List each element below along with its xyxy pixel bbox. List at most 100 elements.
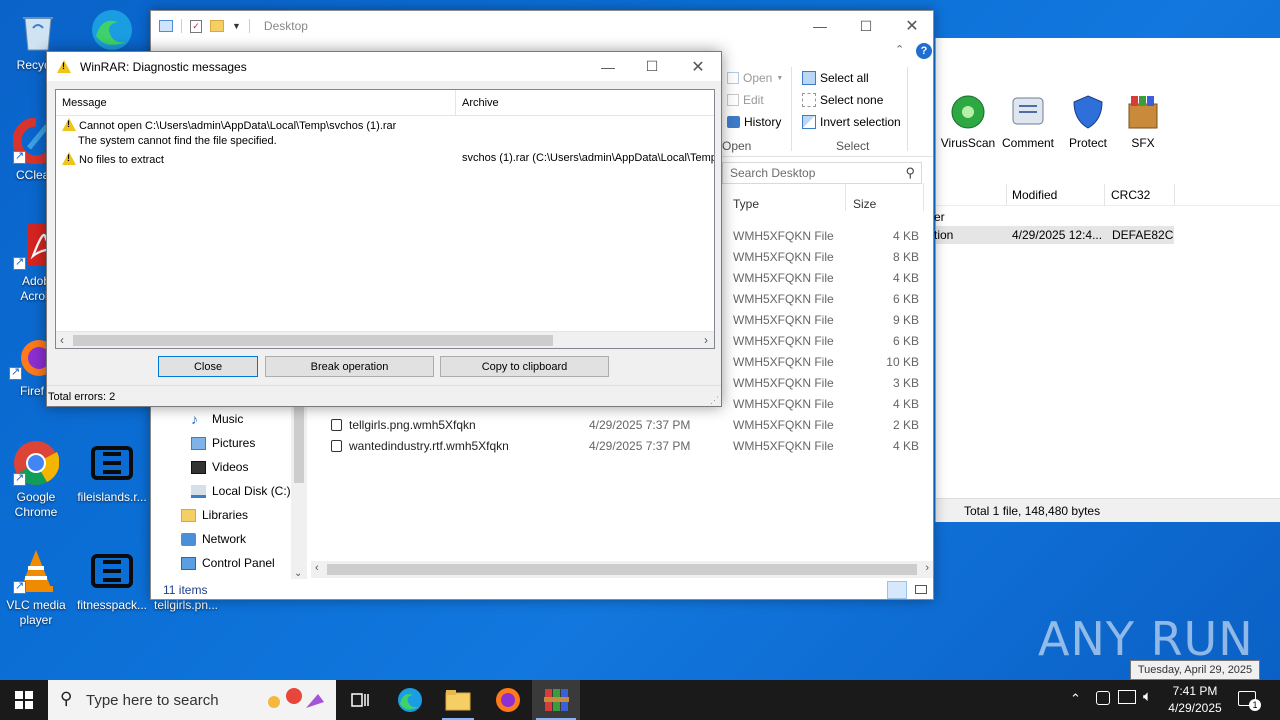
edit-button[interactable]: Edit: [727, 93, 764, 107]
content-hscrollbar[interactable]: ‹ ›: [311, 561, 933, 578]
column-type[interactable]: Type: [733, 197, 759, 211]
sfx-box-icon: [1125, 94, 1161, 130]
scroll-left-icon: ‹: [60, 333, 64, 347]
message-row[interactable]: Cannot open C:\Users\admin\AppData\Local…: [62, 118, 396, 132]
dialog-title: WinRAR: Diagnostic messages: [80, 59, 247, 74]
column-size[interactable]: Size: [853, 197, 876, 211]
break-operation-button[interactable]: Break operation: [265, 356, 434, 377]
volume-icon[interactable]: 🔈︎: [1143, 688, 1152, 705]
messages-list[interactable]: Message Archive Cannot open C:\Users\adm…: [55, 89, 715, 349]
close-dialog-button[interactable]: Close: [158, 356, 258, 377]
date-tooltip: Tuesday, April 29, 2025: [1130, 660, 1260, 680]
column-archive[interactable]: Archive: [456, 90, 714, 115]
file-size: 6 KB: [892, 334, 919, 348]
notification-center-button[interactable]: 1: [1238, 691, 1261, 711]
winrar-file-header: Modified CRC32: [936, 184, 1280, 206]
file-date: 4/29/2025 7:37 PM: [589, 439, 691, 453]
desktop-icon-google-chrome[interactable]: Google Chrome: [0, 440, 74, 520]
taskbar-edge-button[interactable]: [386, 680, 434, 720]
details-view-button[interactable]: [887, 581, 907, 599]
search-highlight-icon: [262, 684, 328, 716]
file-row[interactable]: tellgirls.png.wmh5Xfqkn 4/29/2025 7:37 PM…: [321, 416, 929, 434]
start-button[interactable]: [0, 680, 48, 720]
copy-to-clipboard-button[interactable]: Copy to clipboard: [440, 356, 609, 377]
network-tray-icon[interactable]: [1096, 691, 1110, 705]
qat-dropdown-icon[interactable]: ▼: [232, 21, 241, 31]
nav-item-pictures[interactable]: Pictures: [191, 436, 255, 450]
file-size: 4 KB: [892, 439, 919, 453]
nav-item-network[interactable]: Network: [181, 532, 246, 546]
file-type: WMH5XFQKN File: [733, 229, 834, 243]
show-hidden-icons-button[interactable]: ⌃: [1070, 691, 1081, 707]
winrar-main-window: VirusScan Comment Protect SFX Modified C…: [934, 38, 1280, 522]
file-name: tellgirls.png.wmh5Xfqkn: [349, 418, 476, 432]
clock[interactable]: 7:41 PM 4/29/2025: [1160, 683, 1230, 717]
libraries-icon: [181, 508, 196, 522]
desktop-icon-fileislands[interactable]: fileislands.r...: [74, 440, 150, 505]
maximize-button[interactable]: ☐: [843, 11, 889, 41]
file-size: 6 KB: [892, 292, 919, 306]
task-view-button[interactable]: [336, 680, 384, 720]
taskbar: ⚲ Type here to search ⌃ 🔈︎ 7:41 PM 4/29/…: [0, 680, 1280, 720]
task-view-icon: [351, 693, 369, 707]
file-icon: [89, 548, 135, 594]
nav-item-music[interactable]: ♪ Music: [191, 412, 243, 427]
file-row[interactable]: wantedindustry.rtf.wmh5Xfqkn 4/29/2025 7:…: [321, 437, 929, 455]
shortcut-arrow-icon: [13, 579, 26, 594]
close-button[interactable]: ✕: [889, 11, 935, 41]
file-size: 2 KB: [892, 418, 919, 432]
select-none-button[interactable]: Select none: [802, 93, 883, 107]
comment-button[interactable]: Comment: [996, 94, 1060, 150]
help-icon[interactable]: ?: [916, 43, 932, 59]
window-title: Desktop: [263, 19, 308, 33]
dialog-maximize-button[interactable]: ☐: [629, 52, 675, 81]
taskbar-winrar-button[interactable]: [532, 680, 580, 720]
large-icons-view-button[interactable]: [911, 581, 931, 599]
file-type: WMH5XFQKN File: [733, 439, 834, 453]
shortcut-arrow-icon: [13, 255, 26, 270]
select-all-button[interactable]: Select all: [802, 71, 869, 85]
nav-item-libraries[interactable]: Libraries: [181, 508, 248, 522]
file-name: wantedindustry.rtf.wmh5Xfqkn: [349, 439, 509, 453]
new-folder-icon[interactable]: [210, 20, 224, 32]
minimize-button[interactable]: —: [797, 11, 843, 41]
message-row[interactable]: No files to extract: [62, 152, 164, 166]
dialog-minimize-button[interactable]: —: [585, 52, 631, 81]
column-message[interactable]: Message: [56, 90, 456, 115]
search-box[interactable]: Search Desktop ⚲: [722, 162, 922, 184]
collapse-ribbon-icon[interactable]: ⌃: [895, 43, 904, 56]
taskbar-firefox-button[interactable]: [484, 680, 532, 720]
file-size: 4 KB: [892, 229, 919, 243]
drive-icon: [191, 484, 206, 498]
nav-item-local-disk[interactable]: Local Disk (C:): [191, 484, 291, 498]
warning-icon: [57, 60, 71, 73]
nav-item-videos[interactable]: Videos: [191, 460, 248, 474]
taskbar-search-box[interactable]: ⚲ Type here to search: [48, 680, 336, 720]
control-panel-icon: [181, 556, 196, 570]
sfx-button[interactable]: SFX: [1111, 94, 1175, 150]
messages-hscrollbar[interactable]: ‹ ›: [56, 331, 714, 348]
open-button[interactable]: Open ▼: [727, 71, 783, 85]
network-status-icon[interactable]: [1118, 690, 1136, 704]
search-icon: ⚲: [60, 689, 73, 708]
winrar-selected-row[interactable]: tion 4/29/2025 12:4... DEFAE82C: [934, 226, 1174, 244]
properties-icon[interactable]: ✓: [190, 19, 202, 33]
edge-desktop-icon[interactable]: [86, 6, 138, 54]
taskbar-explorer-button[interactable]: [434, 680, 482, 720]
nav-item-control-panel[interactable]: Control Panel: [181, 556, 275, 570]
desktop-icon-tellgirls[interactable]: tellgirls.pn...: [148, 598, 224, 613]
virusscan-button[interactable]: VirusScan: [936, 94, 1000, 150]
warning-icon: [62, 118, 76, 131]
desktop-icon-fitnesspack[interactable]: fitnesspack...: [74, 548, 150, 613]
file-type: WMH5XFQKN File: [733, 397, 834, 411]
dialog-close-button[interactable]: ✕: [675, 52, 721, 81]
comment-icon: [1010, 94, 1046, 130]
resize-grip-icon[interactable]: ⋰: [710, 395, 719, 406]
invert-selection-button[interactable]: Invert selection: [802, 115, 901, 129]
history-button[interactable]: History: [727, 115, 781, 129]
file-size: 3 KB: [892, 376, 919, 390]
desktop-icon-vlc[interactable]: VLC media player: [0, 548, 74, 628]
select-none-icon: [802, 93, 816, 107]
file-size: 8 KB: [892, 250, 919, 264]
nav-scrollbar[interactable]: ⌄: [291, 407, 307, 579]
